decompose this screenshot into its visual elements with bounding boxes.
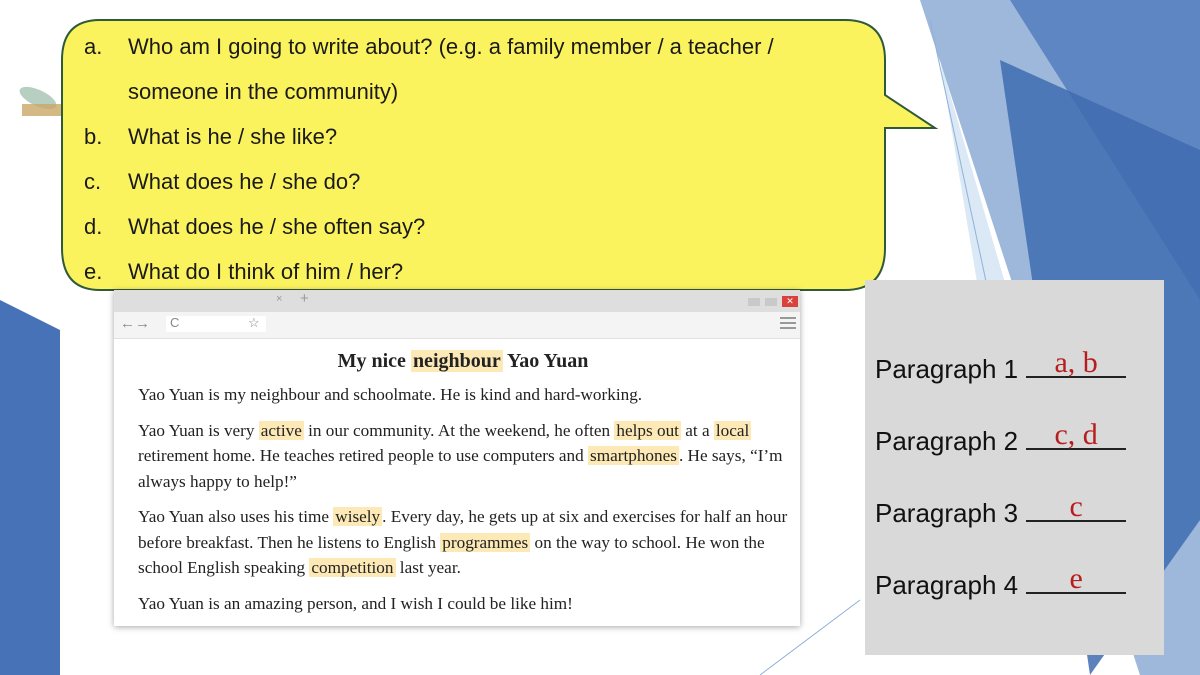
paragraph-1: Yao Yuan is my neighbour and schoolmate.… <box>138 385 643 404</box>
answer-row: Paragraph 4 e <box>875 562 1127 601</box>
highlighted-word: local <box>713 420 752 440</box>
article: My nice neighbour Yao Yuan Yao Yuan is m… <box>138 350 788 626</box>
question-text: What does he / she often say? <box>128 214 426 239</box>
answer-row: Paragraph 1 a, b <box>875 346 1127 385</box>
answer-label: Paragraph 2 <box>875 426 1019 456</box>
answer-blank[interactable]: e <box>1026 562 1127 595</box>
highlighted-word: competition <box>309 558 396 577</box>
maximize-button[interactable] <box>765 298 777 306</box>
paragraph-text: last year. <box>395 558 461 577</box>
paragraph-4: Yao Yuan is an amazing person, and I wis… <box>138 593 573 613</box>
new-tab-icon[interactable]: + <box>300 290 309 307</box>
tab-close-icon[interactable]: × <box>276 293 282 305</box>
menu-icon[interactable] <box>780 317 796 332</box>
reload-icon[interactable]: C <box>170 315 179 330</box>
answer-value: c <box>1069 490 1083 523</box>
deco-shape-left <box>0 300 60 675</box>
question-text: What do I think of him / her? <box>128 259 404 284</box>
answer-panel: Paragraph 1 a, b Paragraph 2 c, d Paragrap… <box>865 280 1164 655</box>
paragraph-3: Yao Yuan also uses his time wisely. Ever… <box>138 504 788 581</box>
answer-row: Paragraph 3 c <box>875 490 1127 529</box>
title-highlight: neighbour <box>410 350 503 372</box>
answer-blank[interactable]: c <box>1026 490 1127 523</box>
browser-nav-bar: ←→ C ☆ <box>114 312 800 339</box>
answer-row: Paragraph 2 c, d <box>875 418 1127 457</box>
paragraph-text: retirement home. He teaches retired peop… <box>138 446 589 465</box>
answer-value: a, b <box>1054 346 1098 379</box>
browser-window: × + ✕ ←→ C ☆ My nice neighbour Yao Yuan … <box>114 290 800 626</box>
question-letter: b. <box>84 124 103 149</box>
question-letter: d. <box>84 214 103 239</box>
highlighted-word: programmes <box>440 532 531 552</box>
highlighted-word: smartphones <box>588 446 679 465</box>
answer-blank[interactable]: a, b <box>1026 346 1127 379</box>
paragraph-text: in our community. At the weekend, he oft… <box>303 420 615 440</box>
paragraph-text: Yao Yuan is very <box>138 420 259 440</box>
paragraph-text: Yao Yuan also uses his time <box>138 507 334 526</box>
back-forward-icon[interactable]: ←→ <box>120 315 150 332</box>
answer-label: Paragraph 1 <box>875 354 1019 384</box>
question-letter: c. <box>84 169 102 194</box>
paragraph-2: Yao Yuan is very active in our community… <box>138 418 788 495</box>
title-text: Yao Yuan <box>502 350 589 372</box>
answer-label: Paragraph 4 <box>875 570 1019 600</box>
question-text: Who am I going to write about? (e.g. a f… <box>128 34 774 104</box>
question-letter: a. <box>84 34 103 59</box>
question-letter: e. <box>84 259 103 284</box>
question-text: What does he / she do? <box>128 169 361 194</box>
answer-value: e <box>1069 562 1083 595</box>
answer-blank[interactable]: c, d <box>1026 418 1127 451</box>
answer-label: Paragraph 3 <box>875 498 1019 528</box>
minimize-button[interactable] <box>748 298 760 306</box>
answer-value: c, d <box>1054 418 1098 451</box>
article-title: My nice neighbour Yao Yuan <box>138 350 788 373</box>
highlighted-word: wisely <box>333 507 383 526</box>
highlighted-word: active <box>258 420 304 440</box>
highlighted-word: helps out <box>614 420 681 440</box>
bookmark-star-icon[interactable]: ☆ <box>248 315 260 331</box>
title-text: My nice <box>337 350 411 372</box>
close-button[interactable]: ✕ <box>782 296 798 307</box>
browser-tab-bar: × + ✕ <box>114 290 800 312</box>
paragraph-text: at a <box>680 420 714 440</box>
question-text: What is he / she like? <box>128 124 338 149</box>
